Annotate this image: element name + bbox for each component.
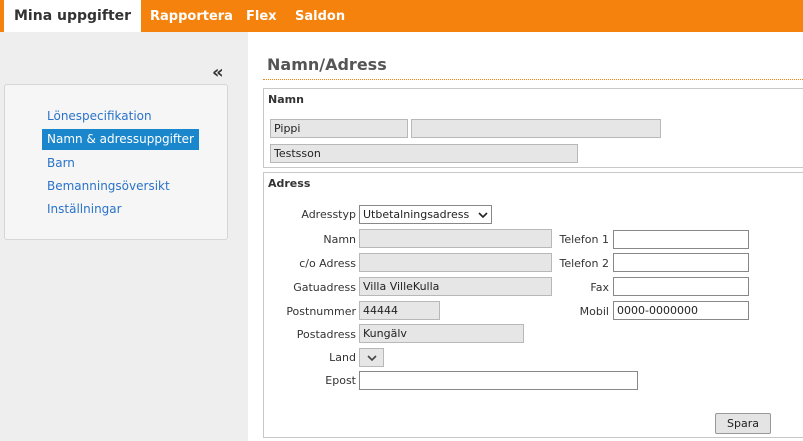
- collapse-sidebar-icon[interactable]: «: [212, 62, 224, 83]
- save-button[interactable]: Spara: [715, 413, 771, 434]
- sidebar-menu: Lönespecifikation Namn & adressuppgifter…: [4, 84, 228, 240]
- page-title: Namn/Adress: [267, 55, 387, 74]
- chevron-down-icon: [478, 212, 488, 219]
- adress-section-title: Adress: [268, 177, 311, 190]
- telefon1-field[interactable]: [613, 230, 749, 249]
- sidebar-item-bemanningsoversikt[interactable]: Bemanningsöversikt: [42, 176, 175, 197]
- co-adress-field[interactable]: [359, 253, 552, 272]
- gatuadress-label: Gatuadress: [293, 281, 356, 294]
- fax-field[interactable]: [613, 277, 749, 296]
- sidebar-item-installningar[interactable]: Inställningar: [42, 199, 127, 220]
- tab-rapportera[interactable]: Rapportera: [150, 0, 233, 32]
- first-name-field[interactable]: Pippi: [270, 119, 408, 138]
- namn-section: Namn Pippi Testsson: [263, 88, 803, 168]
- adress-namn-field[interactable]: [359, 229, 552, 248]
- top-nav: Mina uppgifter Rapportera Flex Saldon: [0, 0, 803, 32]
- middle-name-field[interactable]: [411, 119, 661, 138]
- epost-label: Epost: [325, 374, 356, 387]
- fax-label: Fax: [590, 281, 609, 294]
- telefon2-field[interactable]: [613, 253, 749, 272]
- postnummer-label: Postnummer: [286, 305, 356, 318]
- adresstyp-select[interactable]: Utbetalningsadress: [359, 205, 492, 224]
- namn-section-title: Namn: [268, 93, 304, 106]
- chevron-down-icon: [367, 355, 377, 362]
- land-label: Land: [329, 351, 356, 364]
- land-select[interactable]: [359, 348, 384, 367]
- title-divider: [263, 79, 803, 80]
- mobil-field[interactable]: 0000-0000000: [613, 301, 749, 320]
- co-adress-label: c/o Adress: [299, 257, 356, 270]
- mobil-label: Mobil: [579, 305, 609, 318]
- adresstyp-value: Utbetalningsadress: [363, 208, 470, 221]
- telefon1-label: Telefon 1: [559, 233, 609, 246]
- postnummer-field[interactable]: 44444: [359, 301, 440, 320]
- gatuadress-field[interactable]: Villa VilleKulla: [359, 277, 552, 296]
- last-name-field[interactable]: Testsson: [270, 144, 578, 163]
- epost-field[interactable]: [359, 371, 638, 390]
- tab-mina-uppgifter[interactable]: Mina uppgifter: [4, 0, 142, 32]
- sidebar-item-barn[interactable]: Barn: [42, 153, 80, 174]
- adress-section: Adress Adresstyp Utbetalningsadress Namn…: [263, 172, 803, 438]
- tab-saldon[interactable]: Saldon: [295, 0, 345, 32]
- sidebar: « Lönespecifikation Namn & adressuppgift…: [0, 32, 248, 441]
- postadress-label: Postadress: [296, 328, 356, 341]
- adresstyp-label: Adresstyp: [301, 208, 356, 221]
- sidebar-item-namn-adress[interactable]: Namn & adressuppgifter: [42, 129, 199, 150]
- namn-label: Namn: [323, 233, 356, 246]
- sidebar-item-lonespecifikation[interactable]: Lönespecifikation: [42, 106, 157, 127]
- postadress-field[interactable]: Kungälv: [359, 324, 524, 343]
- telefon2-label: Telefon 2: [559, 257, 609, 270]
- tab-flex[interactable]: Flex: [246, 0, 277, 32]
